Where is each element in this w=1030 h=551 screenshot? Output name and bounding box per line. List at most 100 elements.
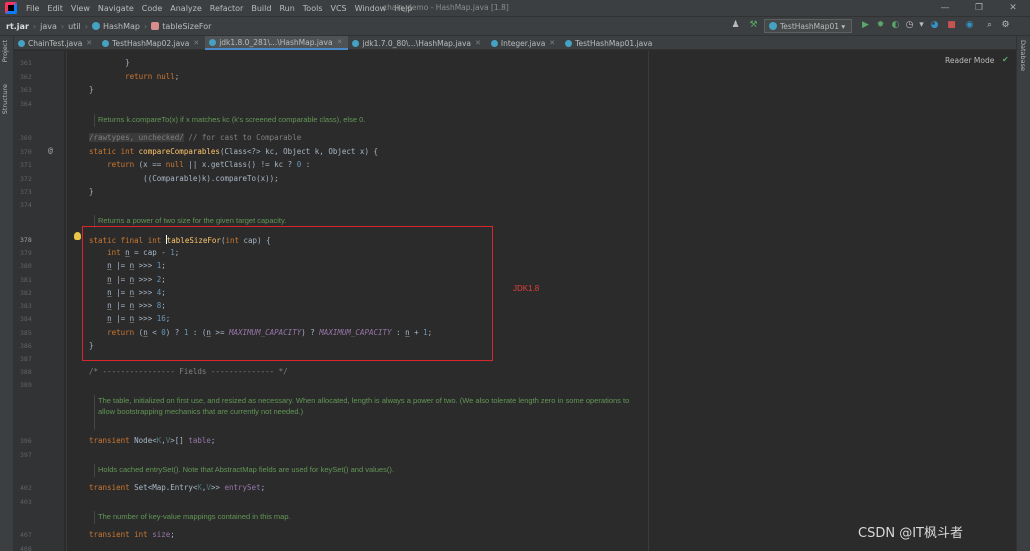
menu-code[interactable]: Code — [138, 4, 166, 13]
line-number: 374 — [20, 201, 32, 209]
breadcrumb-jar[interactable]: rt.jar — [0, 22, 32, 31]
java-class-icon — [209, 38, 217, 46]
breadcrumb-method-label: tableSizeFor — [162, 21, 212, 31]
menu-tools[interactable]: Tools — [299, 4, 327, 13]
update-icon[interactable]: ◕ — [929, 20, 940, 31]
left-tool-strip: Project Structure — [0, 36, 14, 551]
window-title: chain_demo - HashMap.java [1.8] — [383, 3, 509, 12]
more-run-icon[interactable]: ▾ — [916, 20, 927, 31]
tab-testhashmap02[interactable]: TestHashMap02.java ✕ — [98, 36, 205, 50]
code-line: } — [89, 58, 130, 67]
java-class-icon — [18, 39, 25, 47]
line-number: 402 — [20, 484, 32, 492]
menu-file[interactable]: File — [22, 4, 43, 13]
menu-bar: File Edit View Navigate Code Analyze Ref… — [0, 0, 1030, 17]
java-class-icon — [102, 39, 110, 47]
line-number: 403 — [20, 498, 32, 506]
annotation-label: JDK1.8 — [513, 284, 540, 293]
close-icon[interactable]: ✕ — [549, 39, 555, 47]
code-line: } — [89, 187, 94, 196]
line-number: 381 — [20, 276, 32, 284]
settings-icon[interactable]: ⚙ — [1000, 20, 1011, 31]
menu-build[interactable]: Build — [247, 4, 275, 13]
highlight-box — [82, 226, 493, 361]
class-icon — [91, 22, 100, 30]
tab-chaintest[interactable]: ChainTest.java ✕ — [14, 36, 98, 50]
close-icon[interactable]: ✕ — [193, 39, 199, 47]
line-number: 371 — [20, 161, 32, 169]
intellij-logo-icon — [5, 2, 17, 14]
line-number-gutter — [14, 51, 64, 551]
breadcrumb-method[interactable]: tableSizeFor — [148, 22, 214, 31]
debug-icon[interactable]: ✹ — [875, 20, 886, 31]
line-number: 383 — [20, 302, 32, 310]
profile-icon[interactable]: ◷ — [904, 20, 915, 31]
line-number: 373 — [20, 188, 32, 196]
menu-refactor[interactable]: Refactor — [206, 4, 248, 13]
tab-label: Integer.java — [500, 38, 546, 48]
line-number: 388 — [20, 368, 32, 376]
line-number: 361 — [20, 59, 32, 67]
code-editor[interactable]: Reader Mode ✔ 361 362 363 364 369 370 37… — [14, 51, 1016, 551]
line-number: 386 — [20, 342, 32, 350]
java-class-icon — [352, 39, 360, 47]
menu-edit[interactable]: Edit — [43, 4, 67, 13]
search-icon[interactable]: ⌕ — [984, 20, 995, 31]
line-number: 396 — [20, 437, 32, 445]
tab-label: jdk1.7.0_80\...\HashMap.java — [362, 38, 472, 48]
lightbulb-icon[interactable] — [74, 232, 81, 240]
coverage-icon[interactable]: ◐ — [890, 20, 901, 31]
tab-testhashmap01[interactable]: TestHashMap01.java — [561, 36, 658, 50]
minimize-button[interactable]: — — [928, 1, 962, 15]
help-icon[interactable]: ◉ — [964, 20, 975, 31]
line-number: 362 — [20, 73, 32, 81]
doc-comment-entryset: Holds cached entrySet(). Note that Abstr… — [94, 464, 634, 477]
override-marker-icon[interactable]: @ — [48, 146, 53, 155]
line-number: 384 — [20, 315, 32, 323]
stop-icon[interactable]: ■ — [946, 20, 957, 31]
line-number: 379 — [20, 249, 32, 257]
breadcrumb-java[interactable]: java — [37, 22, 60, 31]
tab-label: jdk1.8.0_281\...\HashMap.java — [219, 37, 333, 47]
tab-hashmap-jdk17[interactable]: jdk1.7.0_80\...\HashMap.java ✕ — [348, 36, 486, 50]
line-number: 387 — [20, 355, 32, 363]
code-line: return (x == null || x.getClass() != kc … — [107, 160, 311, 169]
project-tool-button[interactable]: Project — [1, 40, 9, 62]
editor-tabs: ChainTest.java ✕ TestHashMap02.java ✕ jdk1… — [14, 36, 1016, 50]
structure-tool-button[interactable]: Structure — [1, 84, 9, 114]
menu-analyze[interactable]: Analyze — [166, 4, 206, 13]
code-line: } — [89, 85, 94, 94]
close-icon[interactable]: ✕ — [86, 39, 92, 47]
navigation-bar: rt.jar › java › util › HashMap › tableSi… — [0, 17, 1030, 36]
line-number: 363 — [20, 86, 32, 94]
doc-comment-compare: Returns k.compareTo(x) if x matches kc (… — [94, 114, 634, 127]
config-icon — [769, 22, 777, 30]
close-button[interactable]: ✕ — [996, 1, 1030, 15]
menu-run[interactable]: Run — [275, 4, 298, 13]
breadcrumb-class[interactable]: HashMap — [89, 22, 143, 31]
close-icon[interactable]: ✕ — [475, 39, 481, 47]
line-number: 382 — [20, 289, 32, 297]
method-icon — [151, 22, 160, 30]
code-line: transient Node<K,V>[] table; — [89, 436, 216, 445]
database-tool-button[interactable]: Database — [1019, 40, 1027, 71]
code-line: transient int size; — [89, 530, 175, 539]
doc-comment-table: The table, initialized on first use, and… — [94, 395, 634, 430]
breadcrumb-util[interactable]: util — [65, 22, 84, 31]
menu-vcs[interactable]: VCS — [327, 4, 351, 13]
code-line: return null; — [125, 72, 180, 81]
reader-mode-toggle[interactable]: Reader Mode — [945, 56, 994, 65]
inspection-ok-icon: ✔ — [1002, 55, 1009, 64]
line-number: 380 — [20, 262, 32, 270]
tab-integer[interactable]: Integer.java ✕ — [487, 36, 561, 50]
close-icon[interactable]: ✕ — [337, 38, 343, 46]
run-configuration-select[interactable]: TestHashMap01 ▾ — [764, 19, 852, 33]
run-icon[interactable]: ▶ — [860, 20, 871, 31]
menu-navigate[interactable]: Navigate — [94, 4, 138, 13]
menu-view[interactable]: View — [67, 4, 94, 13]
user-icon[interactable]: ♟ — [730, 20, 741, 31]
build-hammer-icon[interactable]: ⚒ — [748, 20, 759, 31]
tab-hashmap-jdk18[interactable]: jdk1.8.0_281\...\HashMap.java ✕ — [205, 36, 349, 50]
restore-button[interactable]: ❐ — [962, 1, 996, 15]
code-line: ((Comparable)k).compareTo(x)); — [89, 174, 279, 183]
